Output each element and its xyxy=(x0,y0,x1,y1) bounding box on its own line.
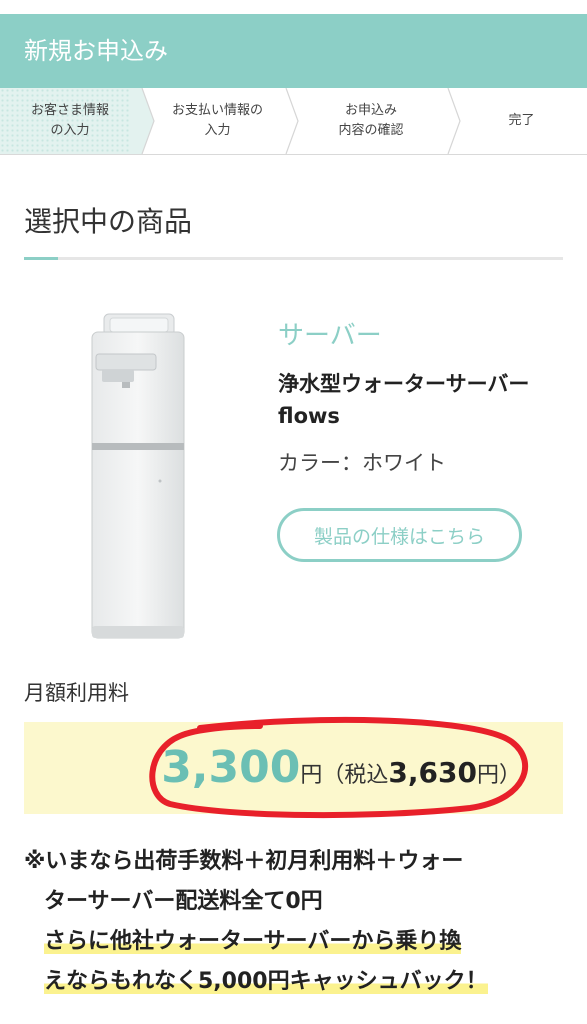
step-complete: 完了 xyxy=(456,88,587,154)
step-customer-info: お客さま情報 の入力 xyxy=(0,88,140,154)
step-label: 入力 xyxy=(204,123,231,138)
step-label: お申込み xyxy=(344,103,397,118)
highlight-text: えならもれなく5,000円キャッシュバック！ xyxy=(44,969,488,994)
product-category: サーバー xyxy=(278,321,382,351)
section-divider-accent xyxy=(24,257,58,260)
note-line: ※いまなら出荷手数料＋初月利用料＋ウォー xyxy=(24,849,464,874)
product-spec-button[interactable]: 製品の仕様はこちら xyxy=(277,508,522,562)
price-row: 3,300 円 （税込 3,630 円） xyxy=(161,740,521,796)
product-name-line: flows xyxy=(278,404,340,428)
monthly-price: 3,300 xyxy=(161,742,301,793)
section-divider xyxy=(24,257,563,260)
note-line: ターサーバー配送料全て0円 xyxy=(44,889,323,914)
tax-suffix: 円） xyxy=(476,763,521,788)
section-title: 選択中の商品 xyxy=(24,205,193,238)
step-label: お客さま情報 xyxy=(30,103,109,118)
monthly-fee-label: 月額利用料 xyxy=(24,681,129,705)
step-label: 内容の確認 xyxy=(338,123,404,138)
water-server-image xyxy=(91,313,185,639)
highlight-text: さらに他社ウォーターサーバーから乗り換 xyxy=(44,929,462,954)
step-label: の入力 xyxy=(50,123,90,138)
page-header: 新規お申込み xyxy=(0,14,587,88)
step-label: 完了 xyxy=(508,113,535,128)
product-name-line: 浄水型ウォーターサーバー xyxy=(278,372,530,396)
note-highlight-line: えならもれなく5,000円キャッシュバック！ xyxy=(24,962,564,1002)
note-highlight-line: さらに他社ウォーターサーバーから乗り換 xyxy=(24,922,564,962)
tax-prefix: （税込 xyxy=(322,763,389,788)
tax-included-price: 3,630 xyxy=(388,756,477,789)
progress-steps: お客さま情報 の入力 お支払い情報の 入力 お申込み内容の確認 完了 xyxy=(0,88,587,155)
price-box: 3,300 円 （税込 3,630 円） xyxy=(24,722,563,814)
step-label: お支払い情報の xyxy=(171,103,263,118)
page-title: 新規お申込み xyxy=(24,37,168,65)
step-confirm: お申込み 内容の確認 xyxy=(296,88,446,154)
campaign-note: ※いまなら出荷手数料＋初月利用料＋ウォー ターサーバー配送料全て0円 さらに他社… xyxy=(24,842,564,1002)
product-color: カラー：ホワイト xyxy=(278,451,446,475)
price-yen: 円 xyxy=(300,763,323,788)
step-payment-info: お支払い情報の 入力 xyxy=(150,88,285,154)
product-name: 浄水型ウォーターサーバー flows xyxy=(278,368,568,432)
